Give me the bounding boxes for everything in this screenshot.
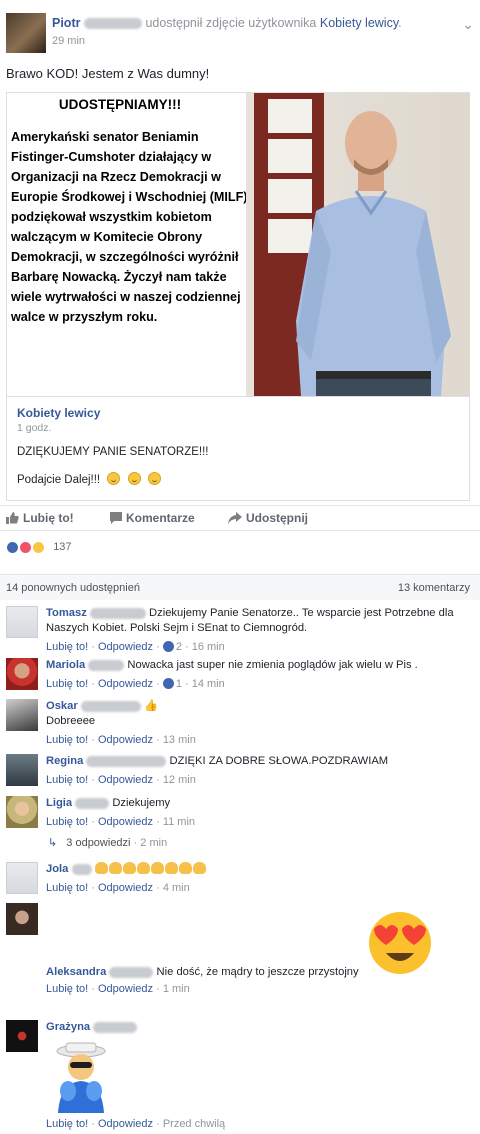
reactions-summary[interactable]: 137 xyxy=(6,541,72,559)
replies-time: 2 min xyxy=(140,837,168,849)
thumbs-up-icon: 👍 xyxy=(143,700,158,712)
smile-emoji-icon xyxy=(107,472,121,485)
comment-reply-link[interactable]: Odpowiedz xyxy=(98,734,153,746)
comment-like-link[interactable]: Lubię to! xyxy=(46,882,88,894)
source-name[interactable]: Kobiety lewicy xyxy=(17,406,100,420)
avatar[interactable] xyxy=(6,903,38,935)
comment-text: Dziekujemy xyxy=(112,797,171,809)
comment-like-link[interactable]: Lubię to! xyxy=(46,1118,88,1130)
view-replies-link[interactable]: ↳ 3 odpowiedzi · 2 min xyxy=(48,836,167,849)
source-time[interactable]: 1 godz. xyxy=(17,422,51,434)
like-badge-icon xyxy=(162,678,174,689)
comment-like-link[interactable]: Lubię to! xyxy=(46,641,88,653)
comment-like-count: 1 xyxy=(175,678,182,690)
reactions-count: 137 xyxy=(53,541,72,554)
like-button[interactable]: Lubię to! xyxy=(6,511,74,525)
share-action-text: udostępnił zdjęcie użytkownika xyxy=(145,16,317,30)
love-reaction-icon xyxy=(19,541,33,554)
source-text-1: DZIĘKUJEMY PANIE SENATORZE!!! xyxy=(17,446,209,458)
comment-author[interactable]: Ligia xyxy=(46,797,72,809)
comment-reply-link[interactable]: Odpowiedz xyxy=(98,641,153,653)
comment-time[interactable]: 12 min xyxy=(163,774,196,786)
comment-author[interactable]: Oskar xyxy=(46,700,78,712)
counts-bar: 14 ponownych udostępnień 13 komentarzy xyxy=(0,574,480,600)
avatar[interactable] xyxy=(6,754,38,786)
comment-reply-link[interactable]: Odpowiedz xyxy=(98,1118,153,1130)
comment-author[interactable]: Grażyna xyxy=(46,1021,90,1033)
man-figure xyxy=(296,111,451,396)
comment-reply-link[interactable]: Odpowiedz xyxy=(98,774,153,786)
senator-photo xyxy=(246,93,470,396)
comment-author[interactable]: Regina xyxy=(46,755,83,767)
smile-emoji-icon xyxy=(147,472,161,485)
comment-author[interactable]: Aleksandra xyxy=(46,966,106,978)
cool-clapping-sticker-icon xyxy=(56,1042,106,1113)
avatar[interactable] xyxy=(6,699,38,731)
comments-count[interactable]: 13 komentarzy xyxy=(398,582,470,594)
meme-text-block: UDOSTĘPNIAMY!!! Amerykański senator Beni… xyxy=(11,95,249,327)
comment-icon xyxy=(110,512,122,524)
comment-like-link[interactable]: Lubię to! xyxy=(46,816,88,828)
comment-like-count: 2 xyxy=(175,641,182,653)
comment-text: Nowacka jast super nie zmienia poglądów … xyxy=(127,659,418,671)
comment-time[interactable]: 13 min xyxy=(163,734,196,746)
thumbs-up-icon xyxy=(6,512,19,524)
avatar[interactable] xyxy=(6,606,38,638)
comment-like-link[interactable]: Lubię to! xyxy=(46,678,88,690)
replies-count: 3 odpowiedzi xyxy=(66,837,131,849)
avatar[interactable] xyxy=(6,862,38,894)
comment-reply-link[interactable]: Odpowiedz xyxy=(98,882,153,894)
comment-text: Nie dość, że mądry to jeszcze przystojny xyxy=(156,966,359,978)
avatar[interactable] xyxy=(6,796,38,828)
like-reaction-icon xyxy=(6,541,19,554)
post-header-line: Piotr udostępnił zdjęcie użytkownika Kob… xyxy=(52,16,402,30)
post-header: Piotr udostępnił zdjęcie użytkownika Kob… xyxy=(6,8,474,56)
source-text-2: Podajcie Dalej!!! xyxy=(17,472,161,486)
reply-arrow-icon: ↳ xyxy=(48,837,58,849)
shares-count[interactable]: 14 ponownych udostępnień xyxy=(6,582,140,594)
shared-image[interactable]: UDOSTĘPNIAMY!!! Amerykański senator Beni… xyxy=(6,92,470,397)
heart-eyes-emoji-icon xyxy=(368,912,431,974)
author-surname-blurred xyxy=(83,18,142,30)
comment-reply-link[interactable]: Odpowiedz xyxy=(98,678,153,690)
meme-body: Amerykański senator Beniamin Fistinger-C… xyxy=(11,130,248,324)
comment-text: Dobreeee xyxy=(46,715,96,727)
meme-title: UDOSTĘPNIAMY!!! xyxy=(58,97,182,112)
avatar[interactable] xyxy=(6,658,38,690)
comment-text: DZIĘKI ZA DOBRE SŁOWA.POZDRAWIAM xyxy=(169,755,389,767)
comment-time[interactable]: Przed chwilą xyxy=(163,1118,225,1130)
post-time[interactable]: 29 min xyxy=(52,35,85,47)
share-arrow-icon xyxy=(228,512,242,524)
haha-reaction-icon xyxy=(32,541,46,554)
comment-author[interactable]: Jola xyxy=(46,863,68,875)
comment-time[interactable]: 4 min xyxy=(163,882,190,894)
avatar[interactable] xyxy=(6,1020,38,1052)
author-avatar[interactable] xyxy=(6,13,46,53)
comment-author[interactable]: Tomasz xyxy=(46,607,87,619)
post-action-bar: Lubię to! Komentarze Udostępnij xyxy=(0,505,480,531)
comment-like-link[interactable]: Lubię to! xyxy=(46,734,88,746)
shared-source-block: Kobiety lewicy 1 godz. DZIĘKUJEMY PANIE … xyxy=(6,397,470,501)
post-status-text: Brawo KOD! Jestem z Was dumny! xyxy=(6,66,210,81)
comment-time[interactable]: 16 min xyxy=(192,641,225,653)
comment-button[interactable]: Komentarze xyxy=(110,511,195,525)
clapping-emoji-row xyxy=(94,862,207,875)
comment-reply-link[interactable]: Odpowiedz xyxy=(98,983,153,995)
author-name[interactable]: Piotr xyxy=(52,16,80,30)
comment-reply-link[interactable]: Odpowiedz xyxy=(98,816,153,828)
like-badge-icon xyxy=(162,641,174,652)
chevron-down-icon[interactable]: ⌄ xyxy=(462,16,474,33)
comment-author[interactable]: Mariola xyxy=(46,659,85,671)
comment-time[interactable]: 14 min xyxy=(192,678,225,690)
comment-like-link[interactable]: Lubię to! xyxy=(46,774,88,786)
post-card: Piotr udostępnił zdjęcie użytkownika Kob… xyxy=(0,0,480,1134)
comment-time[interactable]: 11 min xyxy=(163,816,195,828)
comment-like-link[interactable]: Lubię to! xyxy=(46,983,88,995)
source-text-2-label: Podajcie Dalej!!! xyxy=(17,474,101,486)
comment-time[interactable]: 1 min xyxy=(163,983,190,995)
shared-from-link[interactable]: Kobiety lewicy xyxy=(320,16,398,30)
smile-emoji-icon xyxy=(127,472,141,485)
share-button[interactable]: Udostępnij xyxy=(228,511,308,525)
